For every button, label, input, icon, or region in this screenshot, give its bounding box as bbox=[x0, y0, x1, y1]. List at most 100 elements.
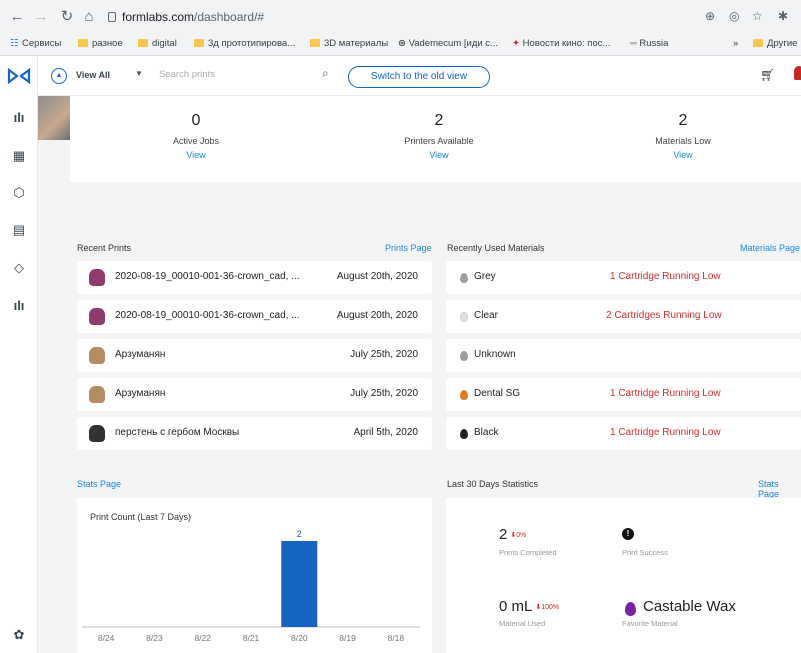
prints-page-link[interactable]: Prints Page bbox=[385, 243, 432, 253]
bookmark-folder-other[interactable]: Другие bbox=[753, 38, 797, 49]
printers-available-label: Printers Available bbox=[404, 136, 474, 146]
materials-low-view-link[interactable]: View bbox=[593, 150, 773, 160]
url-text: formlabs.com/dashboard/# bbox=[122, 10, 265, 24]
dashboard-app: ılı ▦ ⬡ ▤ ◇ ılı ✿ ▲ View All ▼ Search pr… bbox=[0, 56, 801, 653]
printer-group-icon[interactable]: ▲ bbox=[51, 68, 67, 84]
printer-icon[interactable]: ▤ bbox=[9, 220, 29, 240]
prints-completed-value: 2 ⬇0% bbox=[499, 526, 527, 543]
printers-available-view-link[interactable]: View bbox=[349, 150, 529, 160]
bookmark-link[interactable]: ✦ Новости кино: пос... bbox=[512, 38, 610, 49]
material-status: 1 Cartridge Running Low bbox=[610, 388, 721, 399]
bookmark-link[interactable]: ⊛ Vademecum [иди с... bbox=[398, 38, 498, 49]
recent-print-row[interactable]: Арзуманян July 25th, 2020 bbox=[77, 339, 432, 372]
bookmark-folder[interactable]: 3д прототипирова... bbox=[194, 38, 295, 49]
search-icon[interactable]: ⌕ bbox=[322, 66, 329, 81]
resin-drop-icon bbox=[460, 351, 468, 361]
resin-drop-icon bbox=[460, 312, 468, 322]
print-preview-icon bbox=[89, 386, 105, 403]
chart-tick-label: 8/24 bbox=[98, 633, 115, 643]
resin-drop-icon bbox=[460, 429, 468, 439]
print-name: перстень с гербом Москвы bbox=[115, 427, 240, 438]
search-input[interactable]: Search prints bbox=[159, 69, 215, 80]
print-count-chart-card: Print Count (Last 7 Days) 8/24 8/23 8/22 8/… bbox=[77, 498, 432, 653]
chart-tick-label: 8/18 bbox=[388, 633, 405, 643]
bookmark-services[interactable]: Сервисы bbox=[22, 38, 61, 49]
reload-icon[interactable]: ↻ bbox=[58, 8, 76, 26]
settings-gear-icon[interactable]: ✿ bbox=[9, 625, 29, 645]
bookmarks-overflow[interactable]: » bbox=[733, 38, 738, 49]
favorite-material-value: Castable Wax bbox=[643, 598, 736, 615]
recent-prints-title: Recent Prints bbox=[77, 243, 132, 253]
material-row[interactable]: Unknown bbox=[446, 339, 801, 372]
recent-print-row[interactable]: 2020-08-19_00010-001-36-crown_cad, ... Au… bbox=[77, 261, 432, 294]
sidebar: ılı ▦ ⬡ ▤ ◇ ılı ✿ bbox=[0, 56, 38, 653]
material-name: Grey bbox=[474, 271, 496, 282]
chevron-down-icon[interactable]: ▼ bbox=[135, 69, 143, 78]
bar-chart-icon[interactable]: ılı bbox=[9, 108, 29, 128]
view-all-selector[interactable]: View All bbox=[76, 70, 110, 80]
chart-tick-label: 8/23 bbox=[146, 633, 163, 643]
print-name: 2020-08-19_00010-001-36-crown_cad, ... bbox=[115, 271, 300, 282]
bookmark-folder[interactable]: 3D материалы bbox=[310, 38, 388, 49]
calendar-icon[interactable]: ▦ bbox=[9, 146, 29, 166]
recent-print-row[interactable]: 2020-08-19_00010-001-36-crown_cad, ... Au… bbox=[77, 300, 432, 333]
recent-print-row[interactable]: Арзуманян July 25th, 2020 bbox=[77, 378, 432, 411]
print-date: July 25th, 2020 bbox=[350, 388, 418, 399]
material-name: Black bbox=[474, 427, 499, 438]
extension-icon[interactable]: ◎ bbox=[729, 9, 739, 23]
print-date: April 5th, 2020 bbox=[353, 427, 419, 438]
materials-low-stat: 2 Materials Low View bbox=[593, 112, 773, 160]
bookmark-folder[interactable]: digital bbox=[138, 38, 177, 49]
active-jobs-count: 0 bbox=[191, 112, 201, 129]
bookmarks-bar: ☷ Сервисы разное digital 3д прототипиров… bbox=[0, 34, 801, 56]
material-row[interactable]: Dental SG 1 Cartridge Running Low bbox=[446, 378, 801, 411]
material-row[interactable]: Clear 2 Cartridges Running Low bbox=[446, 300, 801, 333]
cart-icon[interactable]: 🛒︎ bbox=[760, 68, 775, 82]
lock-icon bbox=[108, 12, 116, 22]
cube-icon[interactable]: ⬡ bbox=[9, 183, 29, 203]
materials-page-link[interactable]: Materials Page bbox=[740, 243, 800, 253]
chart-tick-label: 8/22 bbox=[194, 633, 211, 643]
switch-old-view-button[interactable]: Switch to the old view bbox=[348, 66, 490, 88]
recent-print-row[interactable]: перстень с гербом Москвы April 5th, 2020 bbox=[77, 417, 432, 450]
material-status: 1 Cartridge Running Low bbox=[610, 271, 721, 282]
summary-panel: 0 Active Jobs View 2 Printers Available … bbox=[70, 96, 801, 182]
material-used-value: 0 mL ⬇100% bbox=[499, 598, 560, 615]
material-row[interactable]: Black 1 Cartridge Running Low bbox=[446, 417, 801, 450]
active-jobs-view-link[interactable]: View bbox=[106, 150, 286, 160]
resin-drop-icon bbox=[460, 390, 468, 400]
favorite-material-label: Favorite Material bbox=[622, 619, 678, 628]
print-date: August 20th, 2020 bbox=[336, 271, 418, 282]
last-30-days-title: Last 30 Days Statistics bbox=[447, 479, 539, 489]
bookmark-folder[interactable]: разное bbox=[78, 38, 123, 49]
avatar[interactable] bbox=[794, 66, 801, 80]
materials-title: Recently Used Materials bbox=[447, 243, 545, 253]
forward-arrow-icon[interactable]: → bbox=[32, 8, 50, 26]
material-row[interactable]: Grey 1 Cartridge Running Low bbox=[446, 261, 801, 294]
print-preview-icon bbox=[89, 347, 105, 364]
print-preview-icon bbox=[89, 425, 105, 442]
printer-thumbnail[interactable] bbox=[38, 96, 70, 140]
back-arrow-icon[interactable]: ← bbox=[8, 8, 26, 26]
chart-bar bbox=[281, 541, 318, 627]
home-icon[interactable]: ⌂ bbox=[80, 8, 98, 26]
material-used-label: Material Used bbox=[499, 619, 546, 628]
print-name: 2020-08-19_00010-001-36-crown_cad, ... bbox=[115, 310, 300, 321]
stats-icon[interactable]: ılı bbox=[9, 296, 29, 316]
last-30-days-card: 2 ⬇0% Prints Completed ! Print Success 0 … bbox=[446, 498, 801, 653]
apps-icon[interactable]: ☷ bbox=[10, 38, 19, 49]
resin-drop-icon[interactable]: ◇ bbox=[9, 258, 29, 278]
prints-completed-label: Prints Completed bbox=[499, 548, 557, 557]
zoom-icon[interactable]: ⊕ bbox=[705, 9, 715, 23]
puzzle-icon[interactable]: ✱ bbox=[778, 9, 788, 23]
address-bar[interactable]: formlabs.com/dashboard/# bbox=[104, 6, 694, 30]
castable-wax-drop-icon bbox=[625, 602, 636, 616]
browser-chrome: ← → ↻ ⌂ formlabs.com/dashboard/# ⊕ ◎ ☆ ✱… bbox=[0, 0, 801, 56]
resin-drop-icon bbox=[460, 273, 468, 283]
formlabs-logo-icon[interactable] bbox=[7, 68, 31, 84]
chart-data-label: 2 bbox=[297, 529, 302, 539]
stats-page-link-right[interactable]: Stats Page bbox=[758, 479, 801, 499]
bookmark-link[interactable]: ═ Russia bbox=[630, 38, 668, 49]
stats-page-link[interactable]: Stats Page bbox=[77, 479, 121, 489]
star-icon[interactable]: ☆ bbox=[752, 9, 763, 23]
